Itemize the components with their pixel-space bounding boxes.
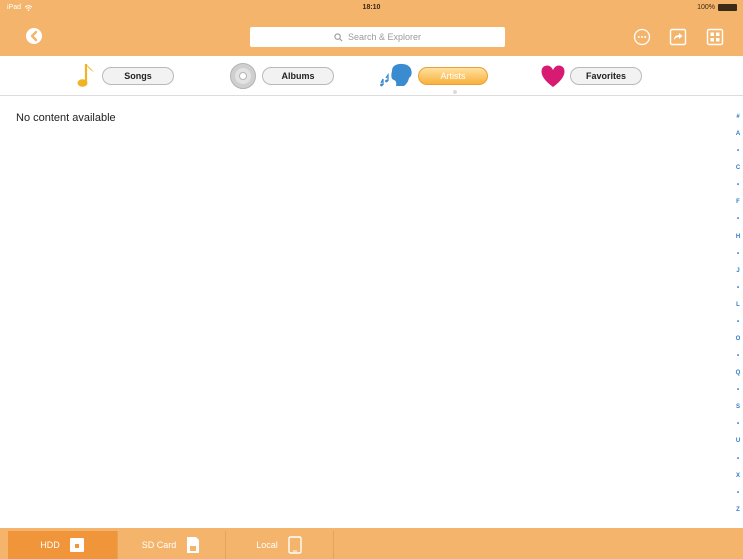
search-placeholder: Search & Explorer [347,32,422,42]
tab-hdd[interactable]: HDD [8,531,118,559]
hdd-label: HDD [40,540,60,550]
index-letter[interactable]: A [736,130,740,139]
index-letter[interactable]: H [736,233,740,242]
index-letter[interactable]: Q [736,369,741,378]
disc-icon [230,63,256,89]
index-letter[interactable]: S [736,403,740,412]
artists-label: Artists [418,67,488,85]
heart-icon [541,65,565,87]
index-letter[interactable]: • [737,147,739,156]
tab-artists[interactable]: Artists [378,62,488,90]
search-icon [334,32,343,41]
favorites-label: Favorites [570,67,642,85]
index-letter[interactable]: • [737,420,739,429]
music-note-icon [77,64,94,87]
albums-label: Albums [262,67,334,85]
index-letter[interactable]: • [737,215,739,224]
index-letter[interactable]: Z [736,506,740,515]
active-tab-indicator [453,90,457,94]
status-bar: iPad 18:10 100% [0,0,743,20]
grid-view-icon[interactable] [706,28,724,46]
back-icon[interactable] [25,27,43,45]
sd-card-icon [187,537,200,553]
category-bar: Songs Albums Artists Favorites [0,56,743,96]
tab-sd-card[interactable]: SD Card [118,531,226,559]
battery-icon [718,4,737,11]
tab-albums[interactable]: Albums [229,62,334,90]
share-icon[interactable] [669,28,687,46]
songs-label: Songs [102,67,174,85]
sd-card-label: SD Card [141,540,177,550]
status-right: 100% [697,4,737,11]
index-letter[interactable]: O [736,335,741,344]
hdd-icon [69,538,84,552]
index-letter[interactable]: • [737,386,739,395]
index-letter[interactable]: X [736,472,740,481]
tab-local[interactable]: Local [226,531,334,559]
alphabet-index[interactable]: # A • C • F • H • J • L • O • Q • S • U … [733,113,743,515]
index-letter[interactable]: • [737,318,739,327]
battery-percent: 100% [697,4,715,11]
index-letter[interactable]: # [736,113,739,122]
index-letter[interactable]: • [737,352,739,361]
bottom-storage-bar: HDD SD Card Local [0,528,743,559]
index-letter[interactable]: F [736,198,740,207]
tab-favorites[interactable]: Favorites [539,62,642,90]
search-input[interactable]: Search & Explorer [250,27,505,47]
index-letter[interactable]: L [736,301,740,310]
tab-songs[interactable]: Songs [76,62,174,90]
index-letter[interactable]: • [737,250,739,259]
index-letter[interactable]: • [737,455,739,464]
more-icon[interactable] [633,28,651,46]
index-letter[interactable]: J [736,267,739,276]
singer-icon [380,63,412,87]
top-header: iPad 18:10 100% Search & Explorer [0,0,743,56]
index-letter[interactable]: • [737,284,739,293]
tablet-icon [288,536,302,554]
index-letter[interactable]: U [736,437,740,446]
status-time: 18:10 [362,4,381,11]
local-label: Local [256,540,278,550]
index-letter[interactable]: • [737,181,739,190]
empty-state-message: No content available [16,112,116,124]
index-letter[interactable]: • [737,489,739,498]
index-letter[interactable]: C [736,164,740,173]
